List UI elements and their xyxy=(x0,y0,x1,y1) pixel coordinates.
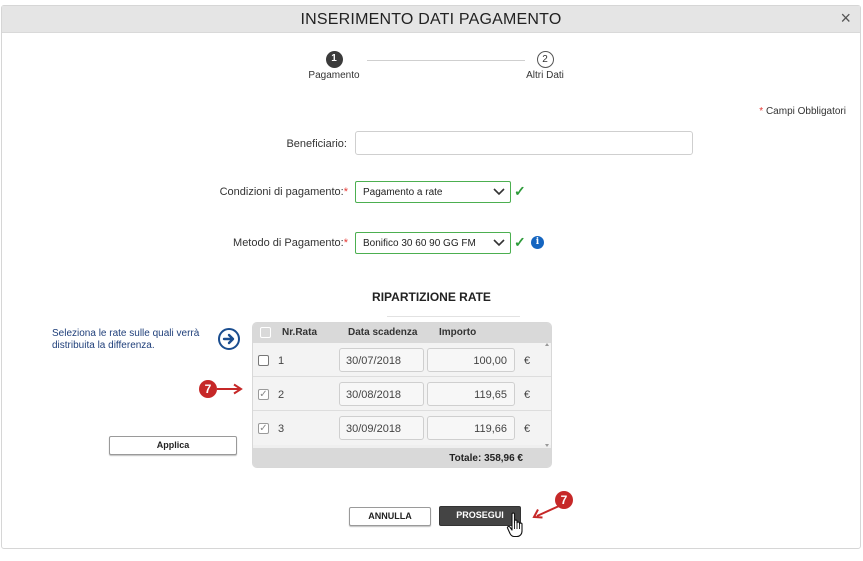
row-checkbox[interactable]: ✓ xyxy=(258,423,269,434)
beneficiario-label-text: Beneficiario: xyxy=(286,138,347,150)
rata-date-field: 30/09/2018 xyxy=(339,416,424,440)
chevron-down-icon xyxy=(493,236,505,248)
beneficiario-input[interactable] xyxy=(355,131,693,155)
metodo-select[interactable]: Bonifico 30 60 90 GG FM xyxy=(355,232,511,254)
required-asterisk: * xyxy=(343,237,348,249)
table-scrollbar[interactable] xyxy=(545,343,549,447)
table-row: 1 30/07/2018 100,00 € xyxy=(253,343,551,377)
column-data-scadenza: Data scadenza xyxy=(348,327,418,338)
cancel-button[interactable]: ANNULLA xyxy=(349,507,431,526)
step-label: Pagamento xyxy=(308,70,360,81)
rata-number: 2 xyxy=(278,389,285,401)
dialog-title: INSERIMENTO DATI PAGAMENTO xyxy=(300,11,562,28)
section-divider xyxy=(387,316,520,317)
required-asterisk: * xyxy=(343,186,348,198)
rata-number: 3 xyxy=(278,423,285,435)
column-importo: Importo xyxy=(439,327,477,338)
rata-number: 1 xyxy=(278,355,285,367)
total-amount: Totale: 358,96 € xyxy=(449,453,523,464)
table-footer: Totale: 358,96 € xyxy=(253,448,551,467)
required-asterisk: * xyxy=(759,106,764,117)
callout-badge: 7 xyxy=(199,380,217,398)
rata-date-field: 30/07/2018 xyxy=(339,348,424,372)
metodo-label: Metodo di Pagamento:* xyxy=(180,237,348,249)
callout-arrow xyxy=(217,383,243,395)
rata-amount-field: 119,66 xyxy=(427,416,515,440)
condizioni-value: Pagamento a rate xyxy=(363,187,443,198)
currency-symbol: € xyxy=(524,423,531,435)
required-fields-note: * Campi Obbligatori xyxy=(759,106,846,117)
callout-badge: 7 xyxy=(555,491,573,509)
condizioni-label-text: Condizioni di pagamento: xyxy=(219,186,344,198)
row-checkbox[interactable] xyxy=(258,355,269,366)
check-icon: ✓ xyxy=(514,183,526,199)
installments-hint: Seleziona le rate sulle quali verrà dist… xyxy=(52,328,200,351)
step-number: 2 xyxy=(536,51,554,68)
condizioni-select[interactable]: Pagamento a rate xyxy=(355,181,511,203)
arrow-right-circle-icon xyxy=(218,328,240,350)
step-number: 1 xyxy=(325,51,343,68)
table-row: ✓ 3 30/09/2018 119,66 € xyxy=(253,411,551,445)
dialog-titlebar: INSERIMENTO DATI PAGAMENTO × xyxy=(2,6,860,33)
select-all-checkbox[interactable] xyxy=(260,327,271,338)
required-text: Campi Obbligatori xyxy=(765,106,846,117)
column-nr-rata: Nr.Rata xyxy=(282,327,318,338)
rata-date-field: 30/08/2018 xyxy=(339,382,424,406)
table-header: Nr.Rata Data scadenza Importo xyxy=(253,323,551,343)
step-label: Altri Dati xyxy=(526,70,564,81)
rata-amount-field: 119,65 xyxy=(427,382,515,406)
metodo-label-text: Metodo di Pagamento: xyxy=(233,237,344,249)
condizioni-label: Condizioni di pagamento:* xyxy=(180,186,348,198)
ripartizione-title: RIPARTIZIONE RATE xyxy=(372,290,491,304)
table-row: ✓ 2 30/08/2018 119,65 € xyxy=(253,377,551,411)
installments-table: Nr.Rata Data scadenza Importo 1 30/07/20… xyxy=(252,322,552,468)
row-checkbox[interactable]: ✓ xyxy=(258,389,269,400)
beneficiario-label: Beneficiario: xyxy=(200,138,347,150)
currency-symbol: € xyxy=(524,355,531,367)
apply-button[interactable]: Applica xyxy=(109,436,237,455)
check-icon: ✓ xyxy=(514,234,526,250)
step-altri-dati: 2 Altri Dati xyxy=(516,51,574,81)
step-pagamento: 1 Pagamento xyxy=(304,51,364,81)
currency-symbol: € xyxy=(524,389,531,401)
rata-amount-field: 100,00 xyxy=(427,348,515,372)
chevron-down-icon xyxy=(493,188,505,196)
metodo-value: Bonifico 30 60 90 GG FM xyxy=(363,238,476,249)
stepper-line xyxy=(367,60,525,61)
hand-pointer-icon xyxy=(506,512,523,538)
close-icon[interactable]: × xyxy=(840,9,851,27)
info-icon[interactable]: i xyxy=(531,236,544,249)
